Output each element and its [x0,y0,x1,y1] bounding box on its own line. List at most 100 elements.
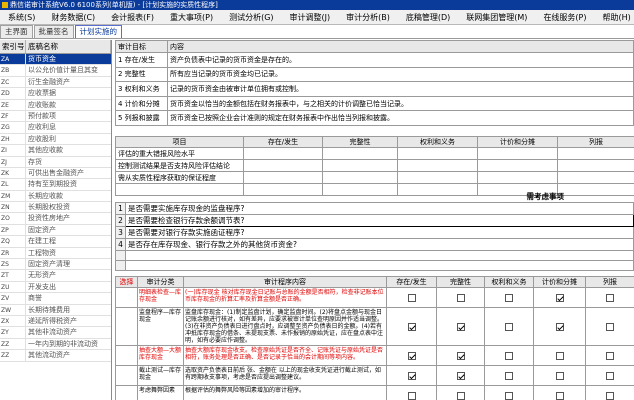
checked-checkbox-icon[interactable] [555,322,564,331]
assertion-cell[interactable] [386,345,437,366]
checked-checkbox-icon[interactable] [407,371,416,380]
checked-checkbox-icon[interactable] [456,351,465,360]
menu-item-3[interactable]: 重大事项(P) [162,10,221,25]
unchecked-checkbox-icon[interactable] [505,293,513,302]
assessment-cell[interactable] [243,159,323,172]
workpaper-row[interactable]: ZO 投资性房地产 [0,213,111,225]
workpaper-row[interactable]: ZL 持有至到期投资 [0,179,111,191]
menu-item-8[interactable]: 联网集团管理(M) [458,10,535,25]
column-header-name[interactable]: 底稿名称 [26,40,111,53]
workpaper-row[interactable]: ZA 货币资金 [0,54,111,66]
workpaper-row[interactable]: ZE 应收账款 [0,99,111,111]
menu-item-2[interactable]: 会计报表(F) [103,10,162,25]
assertion-cell[interactable] [585,385,634,400]
unchecked-checkbox-icon[interactable] [505,322,513,331]
workpaper-row[interactable]: ZU 开发支出 [0,281,111,294]
assertion-cell[interactable] [585,307,634,346]
checked-checkbox-icon[interactable] [555,293,564,302]
assessment-cell[interactable] [477,159,558,172]
assessment-cell[interactable] [477,147,558,160]
assertion-cell[interactable] [533,307,586,346]
assertion-cell[interactable] [436,365,485,386]
workpaper-row[interactable]: ZK 可供出售金融资产 [0,167,111,180]
unchecked-checkbox-icon[interactable] [555,371,564,380]
assertion-cell[interactable] [436,307,485,346]
unchecked-checkbox-icon[interactable] [456,293,465,302]
issue-text[interactable]: 是否存在库存现金、银行存款之外的其他货币资金? [125,238,634,251]
assessment-cell[interactable] [397,147,478,160]
assessment-cell[interactable] [322,171,398,184]
checked-checkbox-icon[interactable] [456,322,465,331]
assertion-cell[interactable] [484,385,534,400]
issue-text[interactable]: 是否需要实施库存现金的监盘程序? [125,202,634,215]
unchecked-checkbox-icon[interactable] [606,371,614,380]
workpaper-row[interactable]: ZI 其他应收款 [0,145,111,157]
issue-text[interactable]: 是否需要检查银行存款余额调节表? [125,214,634,227]
assessment-cell[interactable] [477,171,558,184]
checked-checkbox-icon[interactable] [407,351,416,360]
unchecked-checkbox-icon[interactable] [606,322,614,331]
workpaper-row[interactable]: ZB 以公允价值计量且其变 [0,65,111,77]
checked-checkbox-icon[interactable] [407,322,416,331]
workpaper-row[interactable]: ZJ 存货 [0,156,111,168]
assertion-cell[interactable] [533,385,586,400]
issue-row[interactable]: 3 是否需要对银行存款实施函证程序? [115,226,634,239]
assertion-cell[interactable] [436,385,485,400]
assessment-cell[interactable] [243,147,323,160]
assessment-cell[interactable] [322,147,398,160]
issue-text[interactable] [125,250,634,261]
assertion-cell[interactable] [386,307,437,346]
assertion-cell[interactable] [484,365,534,386]
assertion-cell[interactable] [386,365,437,386]
workpaper-row[interactable]: ZX 递延所得税资产 [0,315,111,328]
procedure-select[interactable] [115,365,138,386]
procedure-select[interactable] [115,345,138,366]
assertion-cell[interactable] [533,287,586,308]
assertion-cell[interactable] [484,287,534,308]
tab-0[interactable]: 主界面 [0,25,33,38]
menu-item-0[interactable]: 系统(S) [0,10,43,25]
assertion-cell[interactable] [484,307,534,346]
unchecked-checkbox-icon[interactable] [505,351,513,360]
tab-2[interactable]: 计划实施的 [74,25,122,38]
assessment-cell[interactable] [397,159,478,172]
procedure-row[interactable]: 监盘程序—库存现金 监盘库存现金：(1)制定监盘计划，确定监盘时间。(2)将盘点金… [115,307,634,346]
procedure-select[interactable] [115,287,138,308]
procedure-row[interactable]: 考虑舞弊因素 根据评估的舞弊风险等因素增加的审计程序。 [115,385,634,400]
unchecked-checkbox-icon[interactable] [407,391,416,400]
workpaper-row[interactable]: ZN 长期股权投资 [0,202,111,214]
procedure-row[interactable]: 明细表检查—库存现金 (一)库存现金 核对库存现金日记账与总账的金额是否相符，检查… [115,287,634,308]
workpaper-row[interactable]: ZW 长期待摊费用 [0,304,111,316]
menu-item-4[interactable]: 测试分析(G) [221,10,281,25]
workpaper-row[interactable]: ZC 衍生金融资产 [0,76,111,89]
workpaper-row[interactable]: ZM 长期应收款 [0,190,111,203]
unchecked-checkbox-icon[interactable] [606,351,614,360]
assertion-cell[interactable] [484,345,534,366]
menu-item-6[interactable]: 审计分析(B) [338,10,398,25]
workpaper-row[interactable]: ZZ 其他流动资产 [0,350,111,362]
unchecked-checkbox-icon[interactable] [606,293,614,302]
assessment-cell[interactable] [557,147,634,160]
tab-1[interactable]: 批量签名 [33,25,74,38]
unchecked-checkbox-icon[interactable] [555,391,564,400]
workpaper-row[interactable]: ZY 其他非流动资产 [0,327,111,339]
issue-text[interactable] [125,260,634,271]
assertion-cell[interactable] [436,345,485,366]
checked-checkbox-icon[interactable] [456,371,465,380]
assessment-cell[interactable] [557,171,634,184]
unchecked-checkbox-icon[interactable] [407,293,416,302]
assertion-cell[interactable] [585,365,634,386]
workpaper-row[interactable]: ZZ 一年内到期的非流动资 [0,338,111,351]
assessment-cell[interactable] [397,171,478,184]
issue-row-empty[interactable] [115,250,634,261]
issue-row[interactable]: 1 是否需要实施库存现金的监盘程序? [115,202,634,215]
menu-item-7[interactable]: 底稿管理(D) [398,10,458,25]
assertion-cell[interactable] [436,287,485,308]
procedure-row[interactable]: 截止测试—库存现金 选取资产负债表日前后 张、金额在 以上的现金收支凭证进行截止测… [115,365,634,386]
workpaper-row[interactable]: ZV 商誉 [0,293,111,305]
assessment-cell[interactable] [243,171,323,184]
assessment-cell[interactable] [557,159,634,172]
workpaper-row[interactable]: ZF 预付款项 [0,110,111,123]
column-header-index[interactable]: 索引号 [0,40,26,53]
procedure-row[interactable]: 抽查大额—大额库存现金 抽查大额库存现金收支。检查原始凭证是否齐全、记账凭证与原始… [115,345,634,366]
